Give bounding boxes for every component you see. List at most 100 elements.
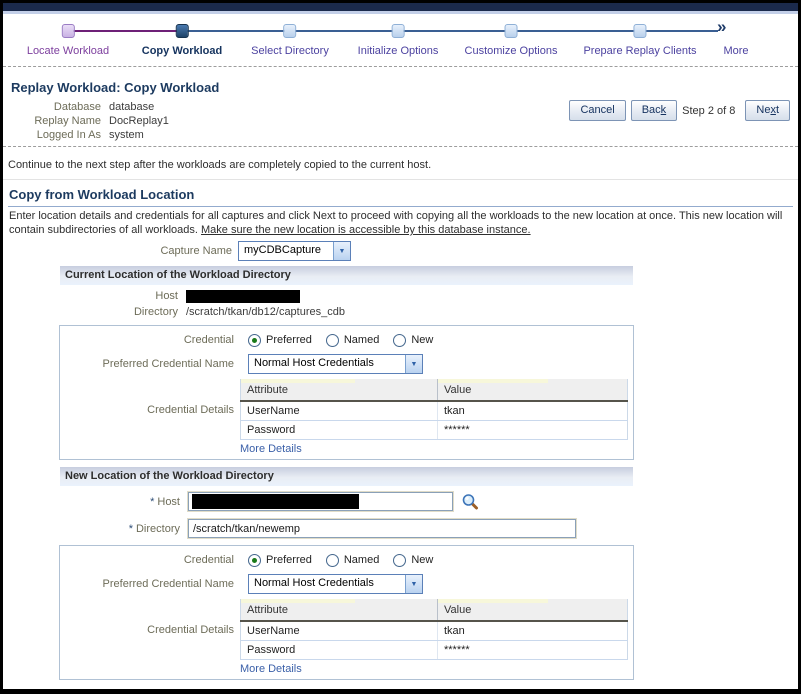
train-step-label: Initialize Options: [357, 45, 439, 57]
required-marker: *: [128, 522, 133, 535]
preferred-credential-select[interactable]: Normal Host Credentials ▼: [248, 354, 423, 374]
table-row-password: Password ******: [240, 420, 628, 440]
preferred-credential-label: Preferred Credential Name: [102, 578, 234, 590]
next-button-label: Ne: [756, 104, 771, 116]
credential-details-label: Credential Details: [147, 403, 234, 416]
train-step-marker-icon: [504, 24, 518, 38]
current-directory-row: Directory /scratch/tkan/db12/captures_cd…: [3, 305, 798, 319]
train-step-copy-workload[interactable]: Copy Workload: [142, 24, 222, 57]
radio-named-label[interactable]: Named: [344, 554, 379, 566]
directory-label: Directory: [133, 306, 178, 318]
capture-name-label: Capture Name: [160, 245, 232, 257]
value-cell: tkan: [437, 621, 628, 641]
new-location-header: New Location of the Workload Directory: [60, 467, 633, 486]
preferred-credential-row: Preferred Credential Name Normal Host Cr…: [60, 354, 633, 374]
radio-named[interactable]: [325, 553, 339, 567]
info-value: system: [109, 129, 144, 141]
attribute-cell: UserName: [240, 401, 438, 421]
credential-row: Credential Preferred Named New: [60, 552, 633, 568]
train-step-marker-icon: [633, 24, 647, 38]
section-header: Copy from Workload Location: [3, 180, 798, 207]
radio-named[interactable]: [325, 333, 339, 347]
preferred-credential-select[interactable]: Normal Host Credentials ▼: [248, 574, 423, 594]
credential-radio-group: Preferred Named New: [248, 333, 447, 347]
radio-new[interactable]: [393, 553, 407, 567]
step-indicator: Step 2 of 8: [682, 104, 736, 117]
more-details-link[interactable]: More Details: [240, 663, 302, 675]
preferred-credential-label: Preferred Credential Name: [102, 358, 234, 370]
back-button[interactable]: Back: [630, 100, 678, 121]
train-step-select-directory[interactable]: Select Directory: [251, 24, 329, 57]
radio-new-label[interactable]: New: [411, 554, 433, 566]
train-step-initialize-options[interactable]: Initialize Options: [357, 24, 439, 57]
cancel-button[interactable]: Cancel: [569, 100, 626, 121]
redacted-host-value: [186, 289, 300, 303]
notice-text: Continue to the next step after the work…: [3, 147, 798, 180]
credential-box-new: Credential Preferred Named New Preferred…: [59, 545, 634, 680]
credential-label: Credential: [183, 334, 234, 346]
radio-new-label[interactable]: New: [411, 334, 433, 346]
value-cell: ******: [437, 640, 628, 660]
info-value: database: [109, 101, 155, 113]
page-header: Replay Workload: Copy Workload Database …: [3, 67, 798, 146]
radio-preferred[interactable]: [248, 553, 261, 567]
capture-name-select[interactable]: myCDBCapture ▼: [238, 241, 351, 261]
capture-name-selected-value: myCDBCapture: [244, 244, 322, 256]
wizard-action-bar: Cancel Back Step 2 of 8 Next: [564, 100, 790, 121]
top-navy-bar: [3, 3, 798, 11]
credential-details-row: Credential Details Attribute Value UserN…: [60, 599, 633, 660]
table-header-row: Attribute Value: [240, 599, 628, 622]
new-directory-input[interactable]: [187, 518, 577, 539]
new-directory-label-text: Directory: [135, 522, 180, 535]
search-icon[interactable]: [461, 493, 480, 511]
train-step-marker-icon: [283, 24, 297, 38]
radio-preferred-label[interactable]: Preferred: [266, 334, 312, 346]
dropdown-arrow-icon: ▼: [333, 242, 350, 260]
train-step-label: Select Directory: [251, 45, 329, 57]
value-cell: ******: [437, 420, 628, 440]
credential-details-table: Attribute Value UserName tkan Password *…: [240, 599, 628, 660]
new-host-input[interactable]: [187, 491, 454, 512]
train-step-customize-options[interactable]: Customize Options: [464, 24, 558, 57]
page-title: Replay Workload: Copy Workload: [11, 80, 220, 95]
value-column-header: Value: [437, 599, 628, 622]
required-marker: *: [150, 495, 155, 508]
attribute-column-header: Attribute: [240, 379, 438, 402]
info-label: Replay Name: [34, 115, 101, 127]
radio-named-label[interactable]: Named: [344, 334, 379, 346]
train-step-locate-workload[interactable]: Locate Workload: [27, 24, 109, 57]
train-step-marker-icon: [391, 24, 405, 38]
preferred-credential-selected-value: Normal Host Credentials: [254, 357, 374, 369]
train-step-label: Prepare Replay Clients: [583, 45, 697, 57]
section-description: Enter location details and credentials f…: [3, 207, 798, 239]
dropdown-arrow-icon: ▼: [405, 575, 422, 593]
progress-train: » Locate Workload Copy Workload Select D…: [3, 14, 798, 66]
credential-details-label: Credential Details: [147, 623, 234, 636]
capture-name-row: Capture Name myCDBCapture ▼: [3, 241, 798, 261]
radio-preferred[interactable]: [248, 333, 261, 347]
table-header-row: Attribute Value: [240, 379, 628, 402]
host-label: Host: [155, 290, 178, 302]
attribute-cell: Password: [240, 420, 438, 440]
preferred-credential-row: Preferred Credential Name Normal Host Cr…: [60, 574, 633, 594]
next-button[interactable]: Next: [745, 100, 790, 121]
train-step-label: Customize Options: [464, 45, 558, 57]
attribute-cell: Password: [240, 640, 438, 660]
redacted-host-input-value: [192, 494, 359, 509]
dropdown-arrow-icon: ▼: [405, 355, 422, 373]
current-location-header: Current Location of the Workload Directo…: [60, 266, 633, 285]
train-step-more[interactable]: More: [723, 24, 748, 57]
table-row-username: UserName tkan: [240, 621, 628, 641]
credential-radio-group: Preferred Named New: [248, 553, 447, 567]
train-step-label: Copy Workload: [141, 45, 223, 57]
credential-details-table: Attribute Value UserName tkan Password *…: [240, 379, 628, 440]
more-details-link[interactable]: More Details: [240, 443, 302, 455]
section-heading: Copy from Workload Location: [9, 187, 195, 202]
radio-new[interactable]: [393, 333, 407, 347]
train-step-label: More: [723, 45, 749, 57]
back-button-label: Bac: [641, 104, 661, 116]
radio-preferred-label[interactable]: Preferred: [266, 554, 312, 566]
new-host-label: * Host: [3, 496, 188, 508]
info-label: Logged In As: [36, 129, 101, 141]
train-step-prepare-replay-clients[interactable]: Prepare Replay Clients: [583, 24, 697, 57]
